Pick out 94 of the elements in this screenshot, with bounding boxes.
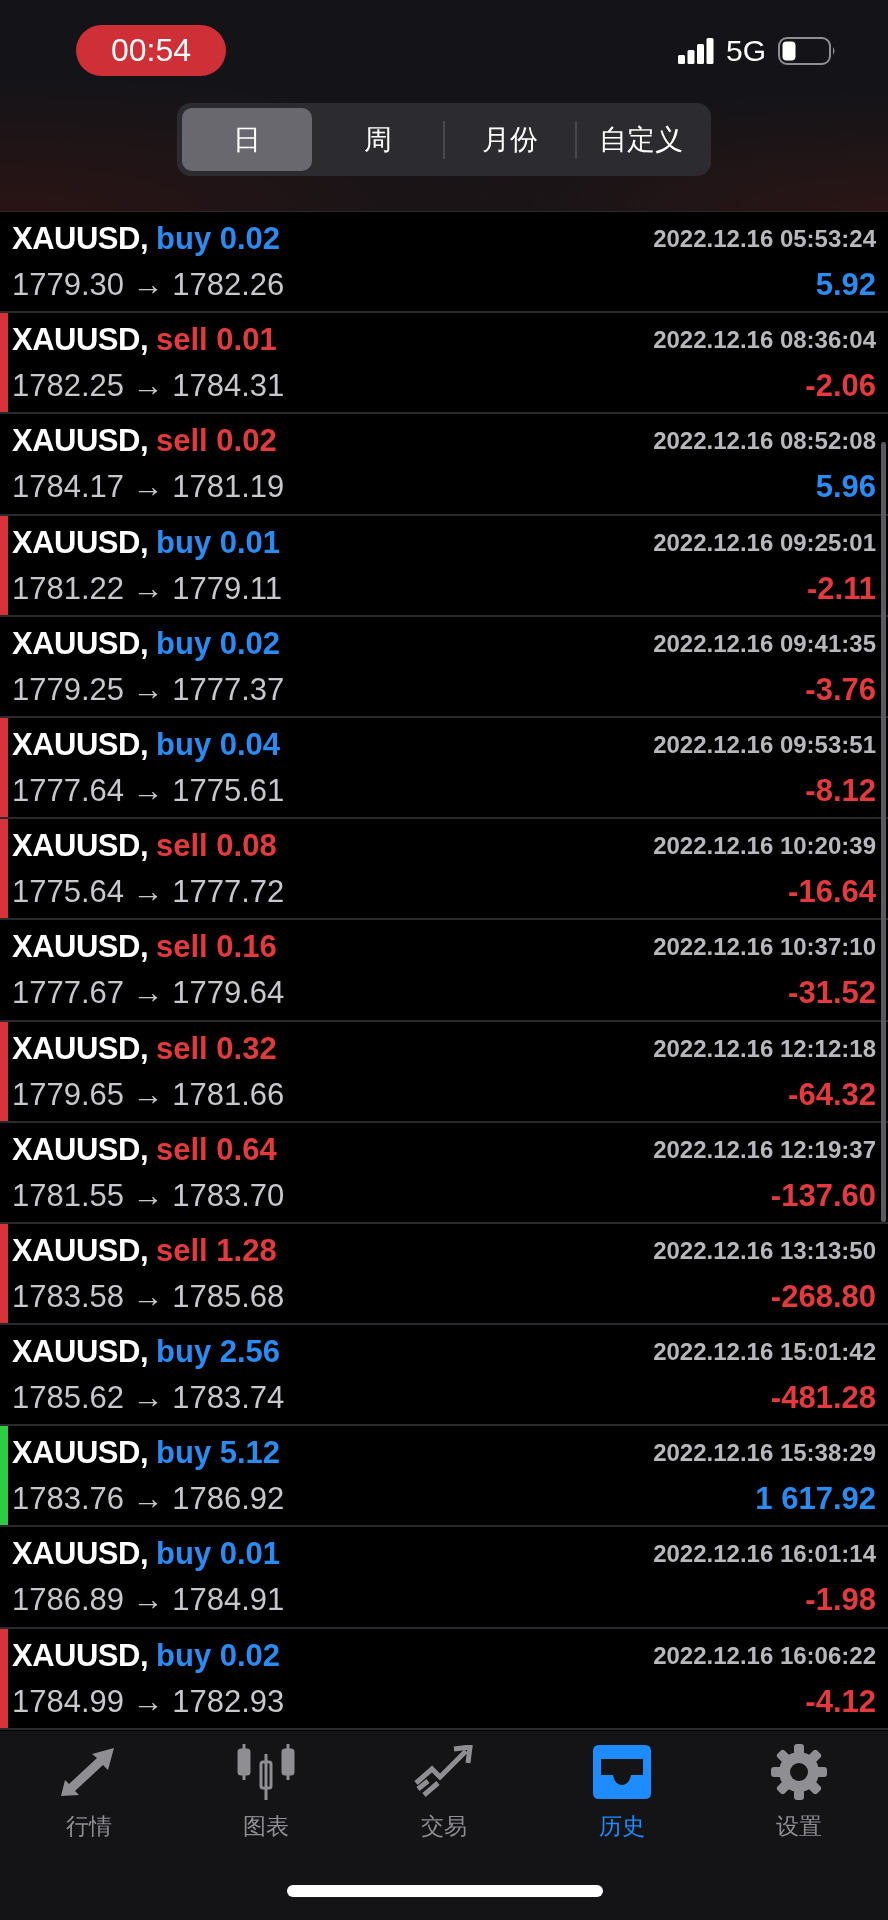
- period-tab[interactable]: 周: [313, 108, 443, 171]
- order-label: sell 0.16: [156, 929, 277, 966]
- symbol-label: XAUUSD,: [12, 1637, 148, 1674]
- symbol-label: XAUUSD,: [12, 1435, 148, 1472]
- price-range: 1779.25 → 1777.37: [12, 671, 285, 708]
- price-range: 1783.76 → 1786.92: [12, 1481, 285, 1518]
- symbol-label: XAUUSD,: [12, 828, 148, 865]
- profit-value: -4.12: [805, 1683, 876, 1720]
- profit-value: -2.11: [807, 570, 876, 607]
- profit-value: -31.52: [788, 975, 876, 1012]
- price-range: 1786.89 → 1784.91: [12, 1582, 285, 1619]
- order-label: sell 0.01: [156, 322, 277, 359]
- symbol-label: XAUUSD,: [12, 929, 148, 966]
- nav-tab[interactable]: 交易: [355, 1743, 533, 1842]
- deal-time: 2022.12.16 12:12:18: [653, 1034, 876, 1063]
- profit-value: -3.76: [805, 671, 876, 708]
- price-range: 1777.67 → 1779.64: [12, 975, 285, 1012]
- order-label: buy 0.02: [156, 1637, 281, 1674]
- nav-tab[interactable]: 行情: [0, 1743, 178, 1842]
- profit-value: 5.96: [815, 469, 876, 506]
- price-range: 1777.64 → 1775.61: [12, 772, 285, 809]
- symbol-label: XAUUSD,: [12, 1232, 148, 1269]
- symbol-label: XAUUSD,: [12, 1334, 148, 1371]
- profit-value: -481.28: [770, 1380, 876, 1417]
- symbol-label: XAUUSD,: [12, 423, 148, 460]
- period-tab[interactable]: 自定义: [576, 108, 706, 171]
- clock-time: 00:54: [76, 25, 226, 76]
- deal-time: 2022.12.16 16:06:22: [653, 1641, 876, 1670]
- price-range: 1779.65 → 1781.66: [12, 1076, 285, 1113]
- price-range: 1783.58 → 1785.68: [12, 1278, 285, 1315]
- symbol-label: XAUUSD,: [12, 1131, 148, 1168]
- signal-icon: [677, 37, 714, 64]
- price-range: 1779.30 → 1782.26: [12, 267, 285, 303]
- price-range: 1782.25 → 1784.31: [12, 368, 285, 405]
- price-range: 1781.55 → 1783.70: [12, 1177, 285, 1214]
- symbol-label: XAUUSD,: [12, 1536, 148, 1573]
- price-range: 1785.62 → 1783.74: [12, 1380, 285, 1417]
- symbol-label: XAUUSD,: [12, 726, 148, 763]
- period-tab[interactable]: 月份: [445, 108, 575, 171]
- deal-time: 2022.12.16 08:36:04: [653, 326, 876, 355]
- order-label: buy 0.01: [156, 524, 281, 561]
- deal-time: 2022.12.16 15:01:42: [653, 1338, 876, 1367]
- profit-value: -1.98: [805, 1582, 876, 1619]
- profit-value: -64.32: [788, 1076, 876, 1113]
- deal-time: 2022.12.16 09:41:35: [653, 629, 876, 658]
- inbox-icon: [592, 1745, 651, 1799]
- order-label: sell 0.64: [156, 1131, 277, 1168]
- deal-time: 2022.12.16 10:20:39: [653, 832, 876, 861]
- profit-value: -16.64: [788, 874, 876, 911]
- deal-time: 2022.12.16 15:38:29: [653, 1439, 876, 1468]
- symbol-label: XAUUSD,: [12, 221, 148, 257]
- price-range: 1775.64 → 1777.72: [12, 874, 285, 911]
- profit-value: -8.12: [805, 772, 876, 809]
- nav-tab[interactable]: 历史: [532, 1743, 711, 1842]
- profit-value: -137.60: [770, 1177, 876, 1214]
- nav-tab[interactable]: 设置: [710, 1743, 888, 1842]
- profit-value: 1 617.92: [755, 1481, 876, 1518]
- profit-value: 5.92: [815, 267, 876, 303]
- deal-time: 2022.12.16 10:37:10: [653, 933, 876, 962]
- order-label: sell 1.28: [156, 1232, 277, 1269]
- battery-icon: [778, 36, 836, 65]
- scrollbar[interactable]: [881, 442, 886, 1222]
- order-label: buy 0.02: [156, 221, 281, 257]
- settings-icon: [770, 1743, 829, 1801]
- profit-value: -268.80: [770, 1278, 876, 1315]
- symbol-label: XAUUSD,: [12, 625, 148, 662]
- order-label: buy 2.56: [156, 1334, 281, 1371]
- deal-time: 2022.12.16 09:25:01: [653, 528, 876, 557]
- symbol-label: XAUUSD,: [12, 322, 148, 359]
- symbol-label: XAUUSD,: [12, 524, 148, 561]
- order-label: sell 0.32: [156, 1030, 277, 1067]
- deal-time: 2022.12.16 09:53:51: [653, 730, 876, 759]
- order-label: buy 5.12: [156, 1435, 281, 1472]
- price-range: 1784.99 → 1782.93: [12, 1683, 285, 1720]
- deal-time: 2022.12.16 13:13:50: [653, 1236, 876, 1265]
- profit-value: -2.06: [805, 368, 876, 405]
- order-label: buy 0.01: [156, 1536, 281, 1573]
- deal-time: 2022.12.16 16:01:14: [653, 1540, 876, 1569]
- order-label: sell 0.02: [156, 423, 277, 460]
- price-range: 1784.17 → 1781.19: [12, 469, 285, 506]
- trend-arrow-icon: [414, 1745, 474, 1799]
- deal-time: 2022.12.16 12:19:37: [653, 1135, 876, 1164]
- order-label: buy 0.04: [156, 726, 281, 763]
- order-label: buy 0.02: [156, 625, 281, 662]
- home-indicator[interactable]: [287, 1885, 603, 1897]
- deal-time: 2022.12.16 08:52:08: [653, 427, 876, 456]
- network-label: 5G: [725, 33, 766, 68]
- order-label: sell 0.08: [156, 828, 277, 865]
- period-tab[interactable]: 日: [182, 108, 312, 171]
- deal-time: 2022.12.16 05:53:24: [653, 225, 876, 253]
- nav-tab[interactable]: 图表: [177, 1743, 356, 1842]
- candlestick-icon: [236, 1744, 297, 1800]
- price-range: 1781.22 → 1779.11: [12, 570, 283, 607]
- symbol-label: XAUUSD,: [12, 1030, 148, 1067]
